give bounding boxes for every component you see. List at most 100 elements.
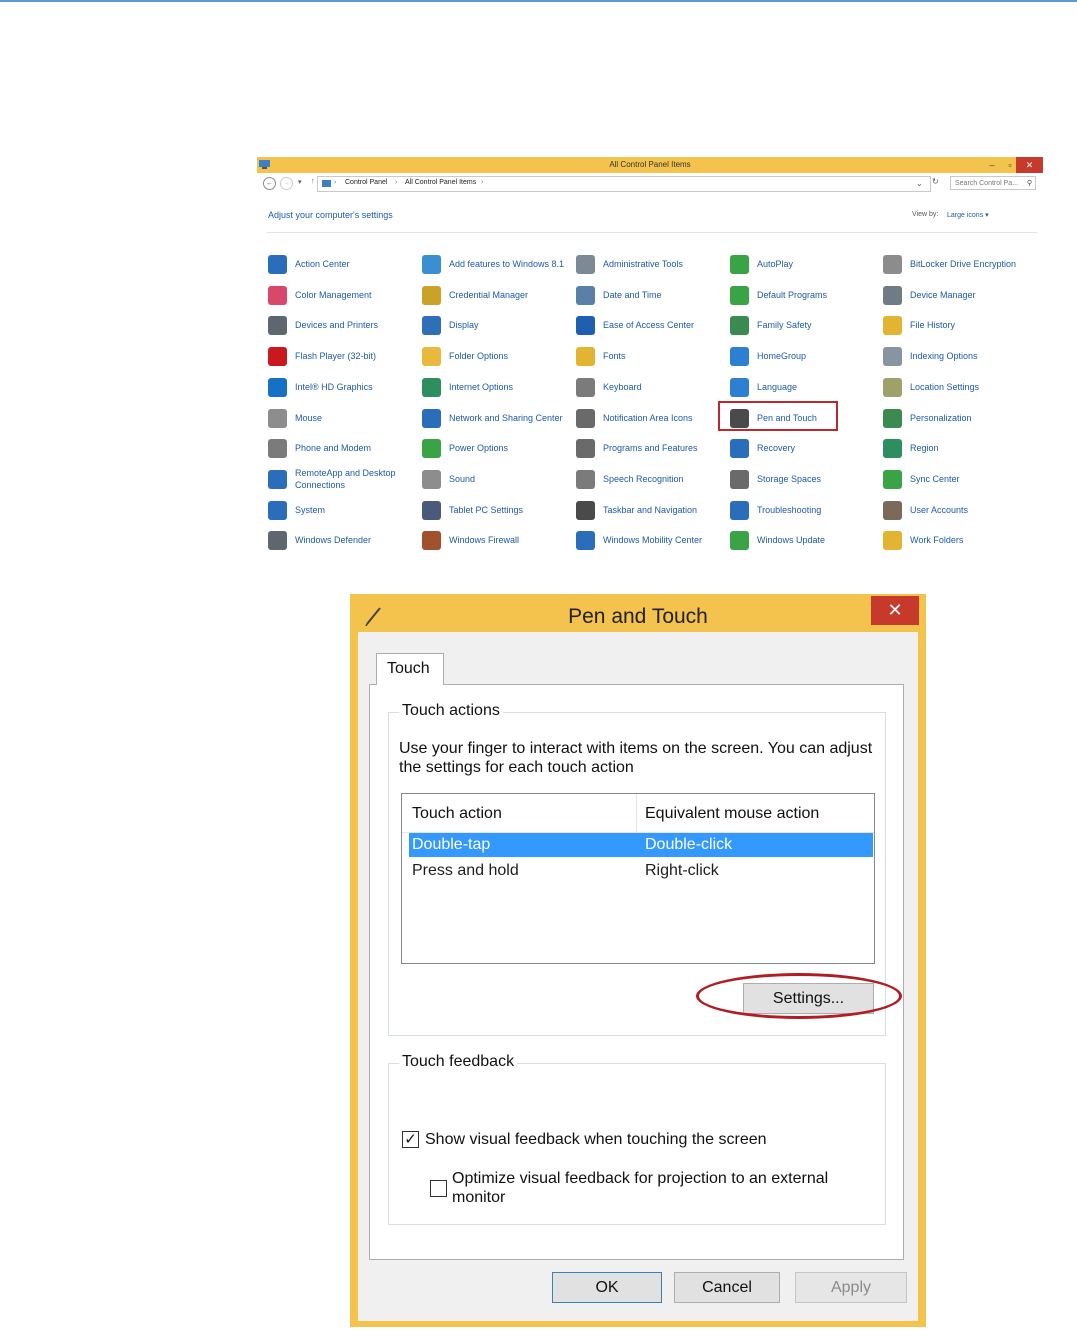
cp-item-date-and-time[interactable]: Date and Time bbox=[576, 282, 724, 308]
cp-item-notification-area-icons[interactable]: Notification Area Icons bbox=[576, 405, 724, 431]
cp-item-label: Devices and Printers bbox=[295, 320, 379, 330]
cp-item-flash-player-32-bit[interactable]: Flash Player (32-bit) bbox=[268, 343, 416, 369]
cp-item-label: Speech Recognition bbox=[603, 474, 684, 484]
cp-item-action-center[interactable]: Action Center bbox=[268, 251, 416, 277]
show-visual-feedback-label[interactable]: Show visual feedback when touching the s… bbox=[425, 1130, 865, 1149]
windows-features-icon bbox=[422, 255, 441, 274]
cp-item-label: Credential Manager bbox=[449, 290, 529, 300]
cp-item-keyboard[interactable]: Keyboard bbox=[576, 374, 724, 400]
refresh-icon[interactable]: ↻ bbox=[932, 177, 939, 186]
cp-item-folder-options[interactable]: Folder Options bbox=[422, 343, 570, 369]
cp-item-programs-and-features[interactable]: Programs and Features bbox=[576, 435, 724, 461]
cp-item-fonts[interactable]: Fonts bbox=[576, 343, 724, 369]
cp-item-bitlocker-drive-encryption[interactable]: BitLocker Drive Encryption bbox=[883, 251, 1031, 277]
cp-item-phone-and-modem[interactable]: Phone and Modem bbox=[268, 435, 416, 461]
cp-item-administrative-tools[interactable]: Administrative Tools bbox=[576, 251, 724, 277]
cp-item-file-history[interactable]: File History bbox=[883, 312, 1031, 338]
cp-item-intel-hd-graphics[interactable]: Intel® HD Graphics bbox=[268, 374, 416, 400]
cp-item-label: Windows Update bbox=[757, 535, 826, 545]
personalization-icon bbox=[883, 409, 902, 428]
cp-item-taskbar-and-navigation[interactable]: Taskbar and Navigation bbox=[576, 497, 724, 523]
column-header-mouse-action[interactable]: Equivalent mouse action bbox=[645, 805, 819, 823]
cp-item-mouse[interactable]: Mouse bbox=[268, 405, 416, 431]
list-header: Touch action Equivalent mouse action bbox=[402, 794, 874, 833]
cp-item-label: Troubleshooting bbox=[757, 505, 822, 515]
cp-item-display[interactable]: Display bbox=[422, 312, 570, 338]
search-icon[interactable]: ⚲ bbox=[1027, 177, 1032, 191]
minimize-button[interactable]: – bbox=[983, 157, 1001, 173]
cp-item-family-safety[interactable]: Family Safety bbox=[730, 312, 878, 338]
cp-item-location-settings[interactable]: Location Settings bbox=[883, 374, 1031, 400]
cp-item-label: Indexing Options bbox=[910, 351, 978, 361]
cp-item-label: Windows Defender bbox=[295, 535, 372, 545]
cp-item-windows-defender[interactable]: Windows Defender bbox=[268, 527, 416, 553]
optimize-projection-checkbox[interactable] bbox=[430, 1180, 447, 1197]
cp-item-network-and-sharing-center[interactable]: Network and Sharing Center bbox=[422, 405, 570, 431]
clock-icon bbox=[576, 286, 595, 305]
cp-item-windows-firewall[interactable]: Windows Firewall bbox=[422, 527, 570, 553]
apply-button[interactable]: Apply bbox=[795, 1272, 907, 1303]
up-arrow-icon[interactable]: ↑ bbox=[311, 178, 315, 185]
forward-icon[interactable]: → bbox=[280, 177, 293, 190]
cp-item-personalization[interactable]: Personalization bbox=[883, 405, 1031, 431]
dialog-close-button[interactable]: ✕ bbox=[871, 596, 919, 625]
breadcrumb-separator-icon: › bbox=[481, 179, 484, 186]
address-dropdown-icon[interactable]: ⌄ bbox=[916, 179, 923, 188]
homegroup-icon bbox=[730, 347, 749, 366]
cp-item-system[interactable]: System bbox=[268, 497, 416, 523]
programs-icon bbox=[576, 439, 595, 458]
cp-item-internet-options[interactable]: Internet Options bbox=[422, 374, 570, 400]
flag-icon bbox=[268, 255, 287, 274]
cp-item-language[interactable]: Language bbox=[730, 374, 878, 400]
cp-item-device-manager[interactable]: Device Manager bbox=[883, 282, 1031, 308]
cp-item-sync-center[interactable]: Sync Center bbox=[883, 466, 1031, 492]
address-bar[interactable]: › Control Panel › All Control Panel Item… bbox=[317, 176, 931, 192]
show-visual-feedback-checkbox[interactable]: ✓ bbox=[402, 1131, 419, 1148]
cp-item-windows-mobility-center[interactable]: Windows Mobility Center bbox=[576, 527, 724, 553]
view-by-label: View by: bbox=[912, 211, 939, 218]
cp-item-ease-of-access-center[interactable]: Ease of Access Center bbox=[576, 312, 724, 338]
ok-button[interactable]: OK bbox=[552, 1272, 662, 1303]
back-icon[interactable]: ← bbox=[263, 177, 276, 190]
list-row-press-and-hold[interactable]: Press and hold Right-click bbox=[409, 859, 873, 883]
cp-item-default-programs[interactable]: Default Programs bbox=[730, 282, 878, 308]
cp-item-troubleshooting[interactable]: Troubleshooting bbox=[730, 497, 878, 523]
cp-item-credential-manager[interactable]: Credential Manager bbox=[422, 282, 570, 308]
cp-item-remoteapp-and-desktop-connections[interactable]: RemoteApp and Desktop Connections bbox=[268, 466, 416, 492]
cp-item-add-features-to-windows-8-1[interactable]: Add features to Windows 8.1 bbox=[422, 251, 570, 277]
cp-item-label: Date and Time bbox=[603, 290, 662, 300]
cp-item-windows-update[interactable]: Windows Update bbox=[730, 527, 878, 553]
column-divider[interactable] bbox=[636, 794, 637, 832]
cp-item-indexing-options[interactable]: Indexing Options bbox=[883, 343, 1031, 369]
search-input[interactable]: Search Control Pa... ⚲ bbox=[950, 176, 1036, 190]
cp-item-user-accounts[interactable]: User Accounts bbox=[883, 497, 1031, 523]
cp-item-region[interactable]: Region bbox=[883, 435, 1031, 461]
touch-actions-list[interactable]: Touch action Equivalent mouse action Dou… bbox=[401, 793, 875, 964]
tab-touch[interactable]: Touch bbox=[376, 653, 444, 685]
cp-item-homegroup[interactable]: HomeGroup bbox=[730, 343, 878, 369]
touch-actions-description: Use your finger to interact with items o… bbox=[399, 740, 873, 776]
cp-item-power-options[interactable]: Power Options bbox=[422, 435, 570, 461]
recent-chevron-icon[interactable]: ▾ bbox=[298, 178, 302, 186]
cp-item-color-management[interactable]: Color Management bbox=[268, 282, 416, 308]
cp-item-label: Windows Firewall bbox=[449, 535, 520, 545]
cp-item-sound[interactable]: Sound bbox=[422, 466, 570, 492]
breadcrumb-all-items[interactable]: All Control Panel Items bbox=[405, 179, 476, 186]
optimize-projection-label[interactable]: Optimize visual feedback for projection … bbox=[452, 1169, 872, 1207]
cp-item-label: HomeGroup bbox=[757, 351, 807, 361]
close-button[interactable]: ✕ bbox=[1016, 157, 1043, 173]
cancel-button[interactable]: Cancel bbox=[674, 1272, 780, 1303]
view-by-dropdown[interactable]: Large icons ▾ bbox=[947, 211, 989, 219]
cp-item-recovery[interactable]: Recovery bbox=[730, 435, 878, 461]
cp-item-autoplay[interactable]: AutoPlay bbox=[730, 251, 878, 277]
breadcrumb-separator-icon: › bbox=[395, 179, 398, 186]
cp-item-label: Display bbox=[449, 320, 479, 330]
cp-item-devices-and-printers[interactable]: Devices and Printers bbox=[268, 312, 416, 338]
cp-item-storage-spaces[interactable]: Storage Spaces bbox=[730, 466, 878, 492]
cp-item-speech-recognition[interactable]: Speech Recognition bbox=[576, 466, 724, 492]
cp-item-tablet-pc-settings[interactable]: Tablet PC Settings bbox=[422, 497, 570, 523]
breadcrumb-control-panel[interactable]: Control Panel bbox=[345, 179, 387, 186]
column-header-touch-action[interactable]: Touch action bbox=[412, 805, 502, 823]
list-row-double-tap[interactable]: Double-tap Double-click bbox=[409, 833, 873, 857]
cp-item-work-folders[interactable]: Work Folders bbox=[883, 527, 1031, 553]
